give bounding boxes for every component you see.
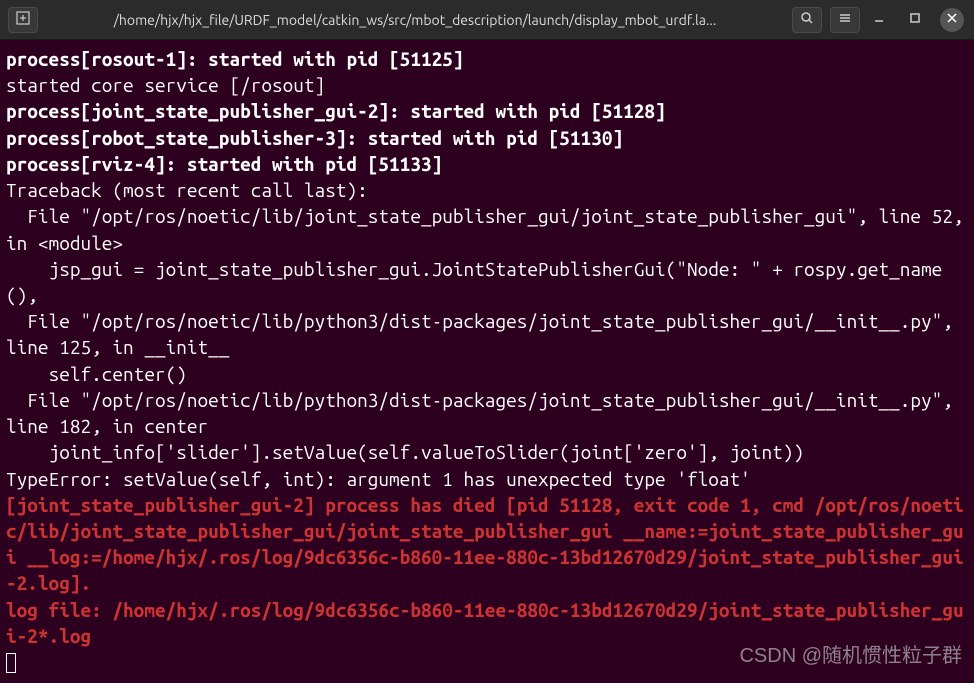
titlebar: /home/hjx/hjx_file/URDF_model/catkin_ws/…: [0, 0, 974, 40]
terminal-line: File "/opt/ros/noetic/lib/python3/dist-p…: [6, 387, 966, 439]
terminal-line: File "/opt/ros/noetic/lib/joint_state_pu…: [6, 203, 966, 255]
terminal-line: process[robot_state_publisher-3]: starte…: [6, 125, 966, 151]
watermark: CSDN @随机惯性粒子群: [739, 639, 962, 668]
maximize-button[interactable]: [904, 9, 926, 31]
window-controls: [868, 8, 966, 32]
terminal-cursor: [6, 653, 16, 673]
terminal-line: process[rviz-4]: started with pid [51133…: [6, 151, 966, 177]
minimize-button[interactable]: [868, 9, 890, 31]
terminal-line: TypeError: setValue(self, int): argument…: [6, 466, 966, 492]
terminal-line: process[joint_state_publisher_gui-2]: st…: [6, 98, 966, 124]
plus-icon: [16, 11, 30, 28]
terminal-line: self.center(): [6, 361, 966, 387]
terminal-line: Traceback (most recent call last):: [6, 177, 966, 203]
maximize-icon: [909, 12, 921, 27]
close-button[interactable]: [940, 8, 964, 32]
terminal-line: File "/opt/ros/noetic/lib/python3/dist-p…: [6, 308, 966, 360]
hamburger-icon: [838, 11, 852, 28]
close-icon: [947, 13, 957, 26]
terminal-line: jsp_gui = joint_state_publisher_gui.Join…: [6, 256, 966, 308]
menu-button[interactable]: [830, 7, 860, 33]
terminal-line: process[rosout-1]: started with pid [511…: [6, 46, 966, 72]
minimize-icon: [873, 12, 885, 27]
terminal-line: started core service [/rosout]: [6, 72, 966, 98]
terminal-line: joint_info['slider'].setValue(self.value…: [6, 439, 966, 465]
terminal-output[interactable]: process[rosout-1]: started with pid [511…: [0, 40, 974, 683]
window-title: /home/hjx/hjx_file/URDF_model/catkin_ws/…: [46, 12, 784, 28]
search-icon: [800, 11, 814, 28]
search-button[interactable]: [792, 7, 822, 33]
new-tab-button[interactable]: [8, 7, 38, 33]
terminal-line: [joint_state_publisher_gui-2] process ha…: [6, 492, 966, 597]
